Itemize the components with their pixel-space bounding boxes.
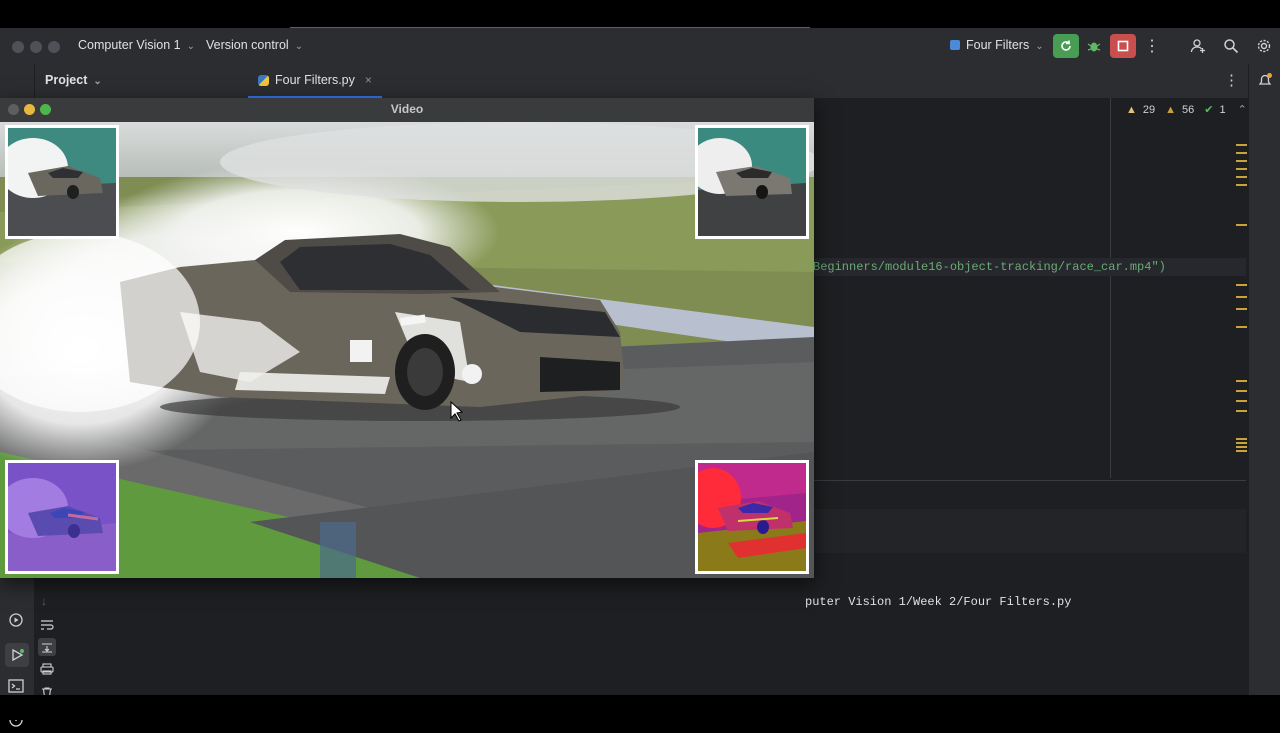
tab-four-filters[interactable]: Four Filters.py × <box>248 64 382 98</box>
thumbnail-purple-filter-bottom-left <box>5 460 119 574</box>
project-name: Computer Vision 1 <box>78 38 181 52</box>
weak-warning-icon: ▲ <box>1165 103 1177 116</box>
vcs-selector[interactable]: Version control ⌄ <box>206 38 303 52</box>
video-window-titlebar[interactable]: Video <box>0 98 814 122</box>
stop-icon <box>1117 40 1129 52</box>
video-frame <box>0 122 814 578</box>
services-icon[interactable] <box>8 612 24 633</box>
window-close-dot[interactable] <box>12 41 24 53</box>
code-line-video-path: Beginners/module16-object-tracking/race_… <box>813 260 1166 274</box>
inspection-widget[interactable]: ▲29 ▲56 ✔1 ⌃ ⌄ <box>1126 103 1268 117</box>
chevron-down-icon: ⌄ <box>294 41 304 52</box>
tool-window-header: Project ⌄ ⋮ <box>0 64 1280 98</box>
debug-icon <box>1087 42 1101 52</box>
warnings-count: 29 <box>1142 103 1156 116</box>
close-icon[interactable]: × <box>365 73 372 87</box>
video-window-title: Video <box>390 102 424 116</box>
run-config-selector[interactable]: Four Filters ⌄ <box>950 38 1044 52</box>
window-maximize-dot[interactable] <box>48 41 60 53</box>
warning-icon: ▲ <box>1126 103 1137 116</box>
more-icon: ⋮ <box>1144 38 1160 55</box>
prev-highlight-icon[interactable]: ⌃ <box>1238 103 1247 116</box>
run-path-line: puter Vision 1/Week 2/Four Filters.py <box>805 595 1072 609</box>
project-label: Project <box>45 73 88 87</box>
race-car-video-image <box>0 122 814 578</box>
add-user-icon <box>1190 39 1205 53</box>
run-config-name: Four Filters <box>966 38 1030 52</box>
python-file-icon <box>258 74 269 86</box>
thumbnail-rainbow-filter-bottom-right <box>695 460 809 574</box>
print-icon[interactable] <box>40 662 54 680</box>
window-minimize-dot[interactable] <box>30 41 42 53</box>
down-arrow-icon[interactable]: ↓ <box>41 594 47 608</box>
tab-label: Four Filters.py <box>275 73 355 87</box>
stop-button[interactable] <box>1110 34 1136 58</box>
project-panel-title[interactable]: Project ⌄ <box>45 73 102 87</box>
search-button[interactable] <box>1218 34 1244 58</box>
editor-tabs-more-button[interactable]: ⋮ <box>1224 71 1239 89</box>
python-run-icon <box>950 40 960 50</box>
run-icon <box>12 648 24 662</box>
add-user-button[interactable] <box>1185 34 1211 58</box>
chevron-down-icon: ⌄ <box>186 41 195 52</box>
ok-count: 1 <box>1219 103 1226 116</box>
thumbnail-original-top-left <box>5 125 119 239</box>
weak-warnings-count: 56 <box>1182 103 1195 116</box>
soft-wrap-icon[interactable] <box>40 618 54 636</box>
rerun-button[interactable] <box>1053 34 1079 58</box>
right-tool-strip <box>1248 64 1280 695</box>
notifications-icon[interactable] <box>1257 72 1273 93</box>
rerun-icon <box>1061 40 1071 51</box>
chevron-down-icon: ⌄ <box>93 76 102 87</box>
screen-bottom-border <box>0 695 1280 720</box>
editor-right-margin-line <box>1110 98 1111 478</box>
search-icon <box>1224 39 1239 54</box>
more-button[interactable]: ⋮ <box>1139 34 1165 58</box>
settings-button[interactable] <box>1251 34 1277 58</box>
vcs-label: Version control <box>206 38 289 52</box>
debug-button[interactable] <box>1081 34 1107 58</box>
screen-top-border <box>0 0 1280 29</box>
check-icon: ✔ <box>1204 104 1214 116</box>
project-selector[interactable]: Computer Vision 1 ⌄ <box>78 38 195 52</box>
scroll-to-end-icon[interactable] <box>38 638 56 656</box>
title-bar: Computer Vision 1 ⌄ Version control ⌄ Four… <box>0 28 1280 65</box>
run-toolwindow-button[interactable] <box>5 643 29 667</box>
video-window[interactable]: Video <box>0 98 814 578</box>
thumbnail-grayscale-top-right <box>695 125 809 239</box>
settings-icon <box>1257 39 1271 53</box>
chevron-down-icon: ⌄ <box>1035 41 1044 52</box>
